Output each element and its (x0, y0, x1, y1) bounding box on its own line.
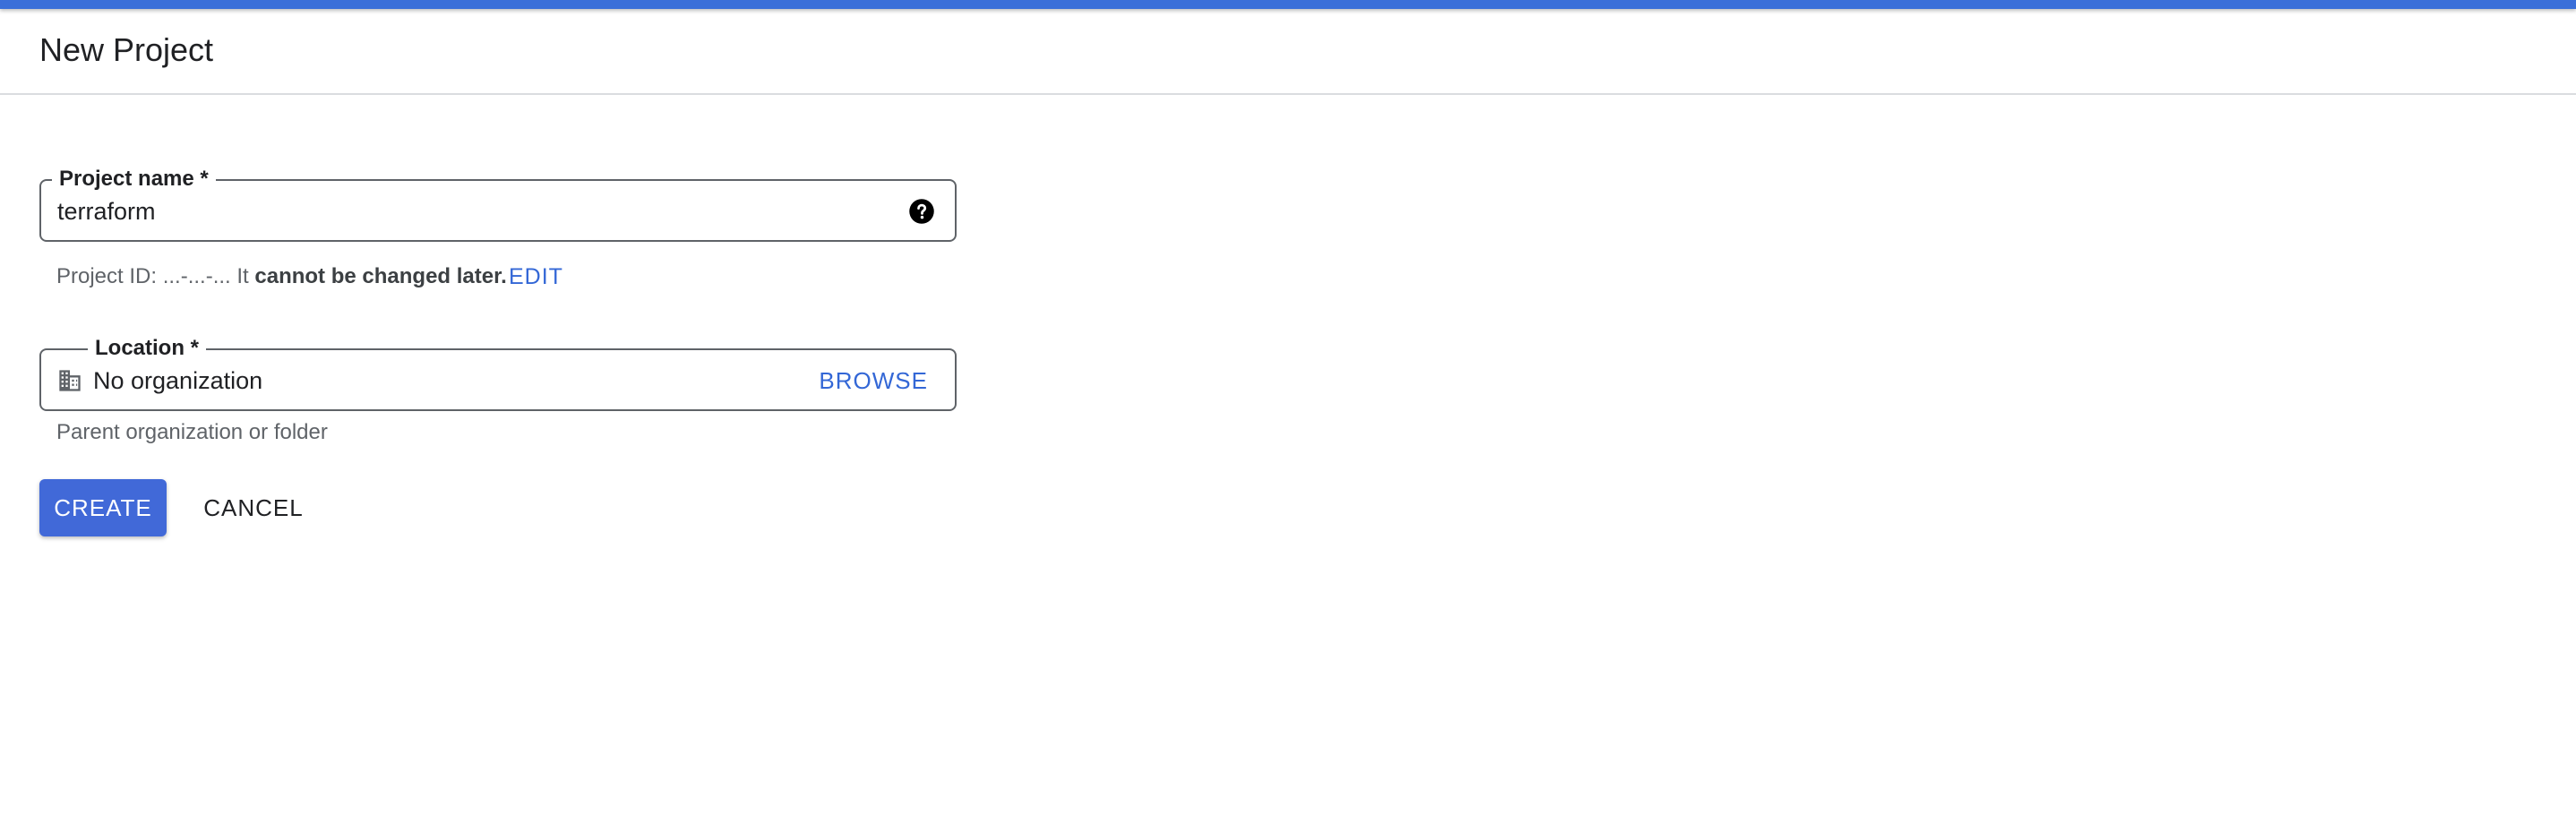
page-header: New Project (0, 9, 2576, 95)
location-hint: Parent organization or folder (56, 420, 328, 444)
project-id-hint: Project ID: ...-...-... It cannot be cha… (56, 263, 507, 290)
create-button[interactable]: CREATE (39, 479, 167, 536)
cancel-button[interactable]: CANCEL (190, 479, 317, 536)
location-value: No organization (93, 367, 263, 394)
location-label: Location * (88, 335, 207, 362)
building-icon (59, 370, 81, 391)
browse-button[interactable]: BROWSE (819, 367, 928, 394)
project-name-label: Project name * (52, 166, 216, 193)
project-name-input[interactable]: terraform (57, 197, 156, 226)
edit-project-id-link[interactable]: EDIT (509, 263, 563, 290)
top-accent-bar (0, 0, 2576, 9)
project-id-text: Project ID: ...-...-... It (56, 264, 255, 288)
project-id-warning: cannot be changed later. (254, 264, 507, 288)
help-circle-icon[interactable] (908, 198, 935, 225)
location-field[interactable]: Location * No organization BROWSE (39, 335, 957, 411)
page-title: New Project (39, 31, 214, 68)
project-name-field[interactable]: Project name * terraform (39, 166, 957, 242)
